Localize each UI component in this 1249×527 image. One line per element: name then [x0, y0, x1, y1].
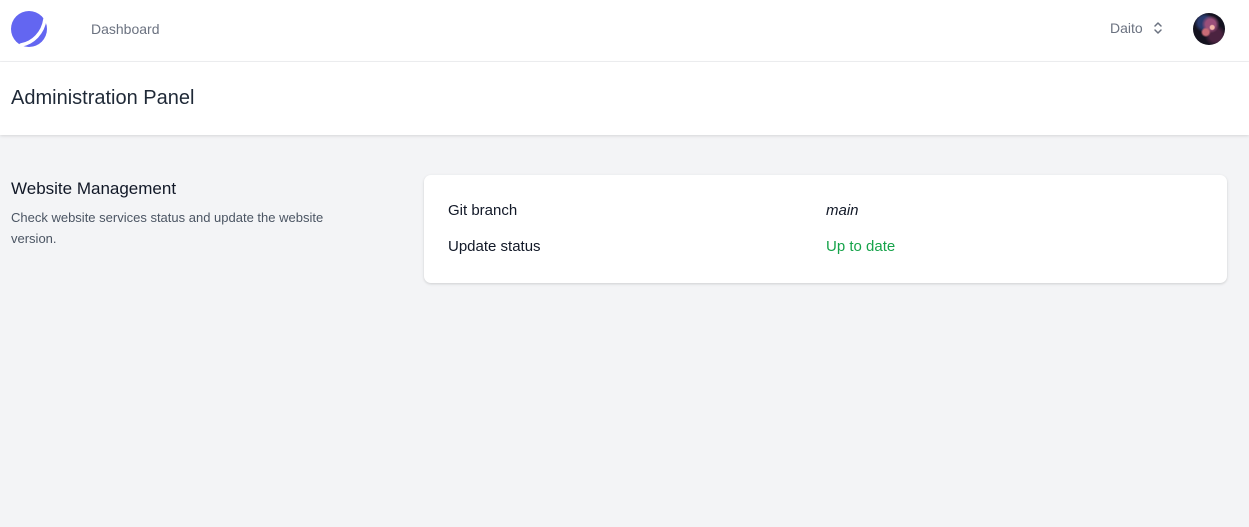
top-navigation: Dashboard Daito: [0, 0, 1249, 62]
chevron-up-down-icon: [1153, 22, 1162, 34]
user-switcher[interactable]: Daito: [1110, 20, 1163, 36]
git-branch-value: main: [826, 202, 859, 219]
website-status-card: Git branch main Update status Up to date: [424, 175, 1227, 283]
section-title: Website Management: [11, 179, 177, 198]
update-status-label: Update status: [448, 238, 541, 255]
user-name: Daito: [1110, 20, 1143, 36]
section-description: Check website services status and update…: [11, 210, 324, 246]
user-avatar[interactable]: [1193, 13, 1225, 45]
nav-link-dashboard[interactable]: Dashboard: [91, 21, 160, 37]
update-status-value: Up to date: [826, 238, 896, 255]
page-title: Administration Panel: [11, 87, 195, 109]
page-header: Administration Panel: [0, 62, 1249, 135]
crescent-logo-icon[interactable]: [11, 11, 47, 47]
git-branch-label: Git branch: [448, 202, 518, 219]
